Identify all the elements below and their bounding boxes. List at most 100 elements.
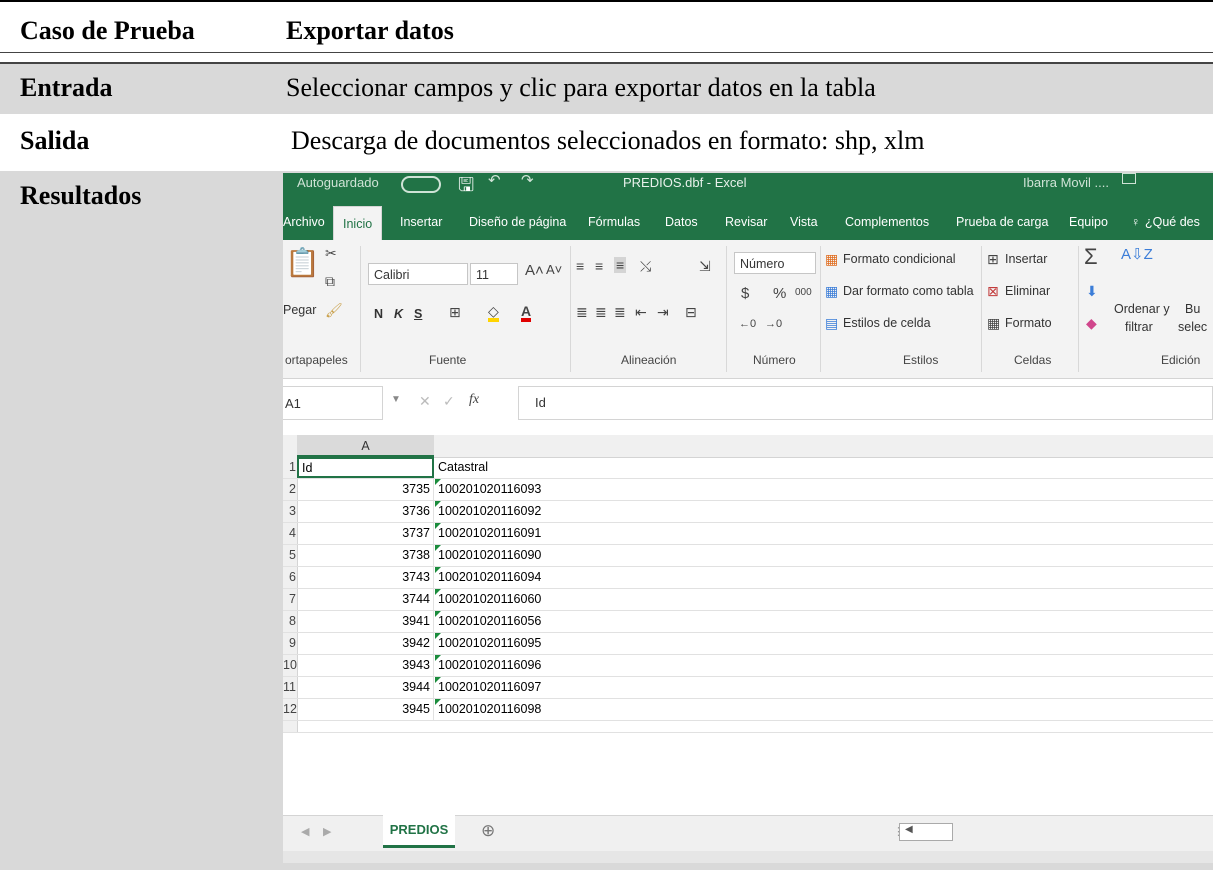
cell-id[interactable]: 3738 — [297, 545, 434, 566]
scroll-left-icon[interactable]: ◀ — [905, 824, 913, 835]
row-number[interactable]: 1 — [283, 457, 298, 478]
tab-diseno[interactable]: Diseño de página — [469, 215, 566, 229]
tab-complementos[interactable]: Complementos — [845, 215, 929, 229]
row-number[interactable]: 9 — [283, 633, 298, 654]
italic-button[interactable]: K — [394, 307, 403, 321]
row-number[interactable]: 6 — [283, 567, 298, 588]
cell-id[interactable]: 3944 — [297, 677, 434, 698]
row-number[interactable]: 4 — [283, 523, 298, 544]
grow-font-icon[interactable]: A˄ — [525, 262, 544, 279]
delete-cells-button[interactable]: Eliminar — [1005, 284, 1050, 298]
percent-icon[interactable]: % — [773, 285, 786, 302]
sort-filter-button-line2[interactable]: filtrar — [1125, 320, 1153, 334]
font-color-icon[interactable]: A — [521, 304, 532, 322]
cell-catastral[interactable]: 100201020116097 — [435, 677, 541, 698]
align-middle-icon[interactable]: ≡ — [595, 258, 603, 274]
insert-function-icon[interactable]: fx — [469, 392, 479, 408]
paste-icon[interactable]: 📋 — [285, 246, 320, 279]
tab-inicio[interactable]: Inicio — [333, 206, 383, 241]
ribbon-display-icon[interactable] — [1122, 173, 1136, 184]
cell-id[interactable]: 3743 — [297, 567, 434, 588]
currency-icon[interactable]: $ — [741, 285, 749, 302]
row-number[interactable]: 12 — [283, 699, 298, 720]
tab-revisar[interactable]: Revisar — [725, 215, 767, 229]
cell-a1[interactable]: Id — [297, 457, 434, 478]
row-number[interactable]: 8 — [283, 611, 298, 632]
tell-me-search[interactable]: ¿Qué des — [1145, 215, 1200, 229]
cell-catastral[interactable]: 100201020116092 — [435, 501, 541, 522]
tab-formulas[interactable]: Fórmulas — [588, 215, 640, 229]
find-select-button[interactable]: Bu — [1185, 302, 1200, 316]
formula-input[interactable]: Id — [518, 386, 1213, 420]
worksheet-grid[interactable]: A 1 Id Catastral 2 3735 100201020116093 … — [283, 435, 1213, 815]
cell-catastral[interactable]: 100201020116091 — [435, 523, 541, 544]
format-cells-icon[interactable]: ▦ — [987, 315, 1000, 332]
delete-cells-icon[interactable]: ⊠ — [987, 283, 999, 300]
clear-icon[interactable]: ◆ — [1086, 315, 1097, 332]
increase-decimal-icon[interactable]: ←0 — [739, 318, 756, 330]
sheet-tab-predios[interactable]: PREDIOS — [383, 815, 455, 848]
conditional-format-button[interactable]: Formato condicional — [843, 252, 956, 266]
number-format-combo[interactable]: Número — [734, 252, 816, 274]
tab-archivo[interactable]: Archivo — [283, 215, 325, 229]
orientation-icon[interactable]: ⤯ — [640, 258, 651, 275]
sort-filter-button[interactable]: Ordenar y — [1114, 302, 1170, 316]
tab-insertar[interactable]: Insertar — [400, 215, 442, 229]
lightbulb-icon[interactable]: ♀ — [1131, 215, 1140, 229]
shrink-font-icon[interactable]: A˅ — [546, 262, 562, 277]
align-center-icon[interactable]: ≣ — [595, 304, 607, 321]
align-top-icon[interactable]: ≡ — [576, 258, 584, 274]
bold-button[interactable]: N — [374, 307, 383, 321]
scroll-tabs-right-icon[interactable]: ▶ — [323, 825, 331, 838]
new-sheet-icon[interactable]: ⊕ — [481, 821, 495, 841]
tab-prueba-carga[interactable]: Prueba de carga — [956, 215, 1048, 229]
row-number[interactable]: 2 — [283, 479, 298, 500]
cell-catastral[interactable]: 100201020116098 — [435, 699, 541, 720]
cell-catastral[interactable]: 100201020116094 — [435, 567, 541, 588]
paste-button[interactable]: Pegar — [283, 303, 316, 317]
merge-center-icon[interactable]: ⊟ — [685, 304, 697, 321]
cell-catastral[interactable]: 100201020116056 — [435, 611, 541, 632]
row-number[interactable] — [283, 721, 298, 732]
align-left-icon[interactable]: ≣ — [576, 304, 588, 321]
thousands-icon[interactable]: 000 — [795, 287, 812, 298]
row-number[interactable]: 11 — [283, 677, 298, 698]
align-bottom-icon[interactable]: ≡ — [614, 257, 627, 273]
cell-catastral[interactable]: 100201020116060 — [435, 589, 541, 610]
column-header-a[interactable]: A — [297, 435, 434, 457]
autosave-toggle[interactable] — [401, 176, 441, 193]
underline-button[interactable]: S — [414, 307, 422, 321]
name-box-dropdown-icon[interactable]: ▼ — [391, 394, 401, 405]
tab-datos[interactable]: Datos — [665, 215, 698, 229]
copy-icon[interactable]: ⧉ — [325, 273, 335, 290]
scroll-tabs-left-icon[interactable]: ◀ — [301, 825, 309, 838]
font-size-combo[interactable]: 11 — [470, 263, 518, 285]
conditional-format-icon[interactable]: ▦ — [825, 251, 838, 268]
cell-catastral[interactable]: 100201020116096 — [435, 655, 541, 676]
row-number[interactable]: 3 — [283, 501, 298, 522]
cell-id[interactable]: 3941 — [297, 611, 434, 632]
redo-icon[interactable]: ↷ — [521, 173, 534, 189]
cell-b1[interactable]: Catastral — [435, 457, 488, 478]
tab-vista[interactable]: Vista — [790, 215, 818, 229]
row-number[interactable]: 7 — [283, 589, 298, 610]
fill-icon[interactable]: ⬇ — [1086, 283, 1098, 300]
align-right-icon[interactable]: ≣ — [614, 304, 626, 321]
autosum-icon[interactable]: Σ — [1084, 244, 1098, 270]
undo-icon[interactable]: ↶ — [488, 173, 501, 189]
cell-id[interactable]: 3945 — [297, 699, 434, 720]
cancel-icon[interactable]: ✕ — [419, 393, 431, 410]
wrap-text-icon[interactable]: ⇲ — [699, 258, 711, 275]
decrease-decimal-icon[interactable]: →0 — [765, 318, 782, 330]
enter-icon[interactable]: ✓ — [443, 393, 455, 410]
row-number[interactable]: 10 — [283, 655, 298, 676]
cell-styles-button[interactable]: Estilos de celda — [843, 316, 931, 330]
cut-icon[interactable]: ✂ — [325, 245, 337, 262]
name-box[interactable]: A1 — [283, 386, 383, 420]
row-number[interactable]: 5 — [283, 545, 298, 566]
sort-filter-icon[interactable]: A⇩Z — [1121, 245, 1153, 263]
insert-cells-icon[interactable]: ⊞ — [987, 251, 999, 268]
insert-cells-button[interactable]: Insertar — [1005, 252, 1047, 266]
increase-indent-icon[interactable]: ⇥ — [657, 304, 669, 321]
cell-id[interactable]: 3744 — [297, 589, 434, 610]
